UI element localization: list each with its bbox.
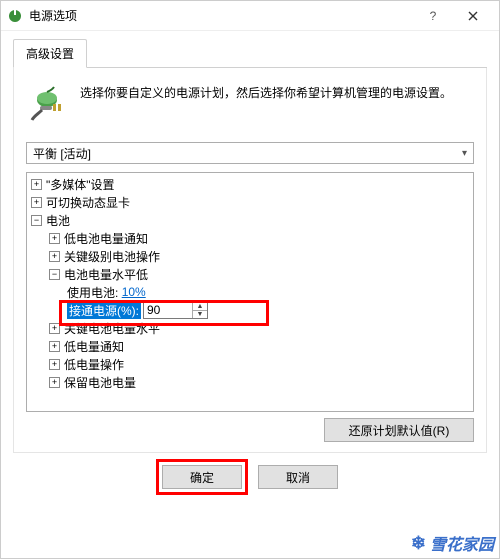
client-area: 高级设置 选择你要自定义的电源计划，然后选择你希望计算机管理的电源设置。 bbox=[1, 31, 499, 499]
power-plan-dropdown[interactable]: 平衡 [活动] ▾ bbox=[26, 142, 474, 164]
expand-icon[interactable]: + bbox=[49, 251, 60, 262]
plugged-in-label-selected: 接通电源(%): bbox=[67, 302, 141, 319]
spinner-down-icon[interactable]: ▼ bbox=[193, 310, 207, 318]
tree-label: 低电量操作 bbox=[64, 356, 124, 373]
tree-item-low-notify-2[interactable]: + 低电量通知 bbox=[27, 337, 473, 355]
watermark-text: 雪花家园 bbox=[430, 531, 494, 555]
tree-item-low-battery-notify[interactable]: + 低电池电量通知 bbox=[27, 229, 473, 247]
tab-advanced-settings[interactable]: 高级设置 bbox=[13, 39, 87, 68]
expand-icon[interactable]: + bbox=[49, 233, 60, 244]
close-button[interactable] bbox=[453, 2, 493, 30]
description-row: 选择你要自定义的电源计划，然后选择你希望计算机管理的电源设置。 bbox=[22, 80, 478, 138]
dialog-button-row: 确定 取消 bbox=[13, 453, 487, 489]
tree-label: 可切换动态显卡 bbox=[46, 194, 130, 211]
plugged-in-value-input[interactable] bbox=[144, 302, 192, 318]
tree-item-low-battery-level[interactable]: − 电池电量水平低 bbox=[27, 265, 473, 283]
titlebar: 电源选项 ? bbox=[1, 1, 499, 31]
tree-label: 电池电量水平低 bbox=[64, 266, 148, 283]
tree-label: 关键级别电池操作 bbox=[64, 248, 160, 265]
expand-icon[interactable]: + bbox=[49, 377, 60, 388]
settings-tree[interactable]: + "多媒体"设置 + 可切换动态显卡 − 电池 + 低电池电量通知 + bbox=[26, 172, 474, 412]
spinner-up-icon[interactable]: ▲ bbox=[193, 302, 207, 310]
tree-item-on-battery[interactable]: 使用电池: 10% bbox=[27, 283, 473, 301]
cancel-button[interactable]: 取消 bbox=[258, 465, 338, 489]
on-battery-value-link[interactable]: 10% bbox=[122, 285, 146, 299]
tree-item-multimedia[interactable]: + "多媒体"设置 bbox=[27, 175, 473, 193]
tree-item-switchable-gpu[interactable]: + 可切换动态显卡 bbox=[27, 193, 473, 211]
tree-label: 低电池电量通知 bbox=[64, 230, 148, 247]
tree-item-critical-battery-level[interactable]: + 关键电池电量水平 bbox=[27, 319, 473, 337]
tree-label: "多媒体"设置 bbox=[46, 176, 115, 193]
power-plan-icon bbox=[30, 84, 70, 124]
tree-label: 关键电池电量水平 bbox=[64, 320, 160, 337]
power-plan-selected: 平衡 [活动] bbox=[33, 145, 91, 162]
expand-icon[interactable]: + bbox=[31, 197, 42, 208]
help-button[interactable]: ? bbox=[413, 2, 453, 30]
power-options-window: 电源选项 ? 高级设置 bbox=[0, 0, 500, 559]
app-icon bbox=[7, 8, 23, 24]
collapse-icon[interactable]: − bbox=[31, 215, 42, 226]
tree-label: 使用电池: bbox=[67, 284, 118, 301]
ok-button[interactable]: 确定 bbox=[162, 465, 242, 489]
tree-item-low-action[interactable]: + 低电量操作 bbox=[27, 355, 473, 373]
collapse-icon[interactable]: − bbox=[49, 269, 60, 280]
tree-label: 电池 bbox=[46, 212, 70, 229]
plugged-in-spinner[interactable]: ▲ ▼ bbox=[143, 301, 208, 319]
tree-item-battery[interactable]: − 电池 bbox=[27, 211, 473, 229]
tree-item-plugged-in[interactable]: 接通电源(%): ▲ ▼ bbox=[27, 301, 473, 319]
tree-label: 保留电池电量 bbox=[64, 374, 136, 391]
window-title: 电源选项 bbox=[29, 7, 413, 24]
expand-icon[interactable]: + bbox=[49, 341, 60, 352]
tree-label: 低电量通知 bbox=[64, 338, 124, 355]
expand-icon[interactable]: + bbox=[49, 359, 60, 370]
tree-item-critical-battery-action[interactable]: + 关键级别电池操作 bbox=[27, 247, 473, 265]
tab-panel: 选择你要自定义的电源计划，然后选择你希望计算机管理的电源设置。 平衡 [活动] … bbox=[13, 68, 487, 453]
snowflake-icon: ❄ bbox=[411, 533, 426, 554]
watermark: ❄ 雪花家园 bbox=[411, 531, 494, 555]
chevron-down-icon: ▾ bbox=[462, 148, 467, 159]
expand-icon[interactable]: + bbox=[31, 179, 42, 190]
restore-defaults-button[interactable]: 还原计划默认值(R) bbox=[324, 418, 474, 442]
tab-strip: 高级设置 bbox=[13, 39, 487, 68]
description-text: 选择你要自定义的电源计划，然后选择你希望计算机管理的电源设置。 bbox=[80, 84, 452, 124]
tree-item-reserve-battery-level[interactable]: + 保留电池电量 bbox=[27, 373, 473, 391]
expand-icon[interactable]: + bbox=[49, 323, 60, 334]
